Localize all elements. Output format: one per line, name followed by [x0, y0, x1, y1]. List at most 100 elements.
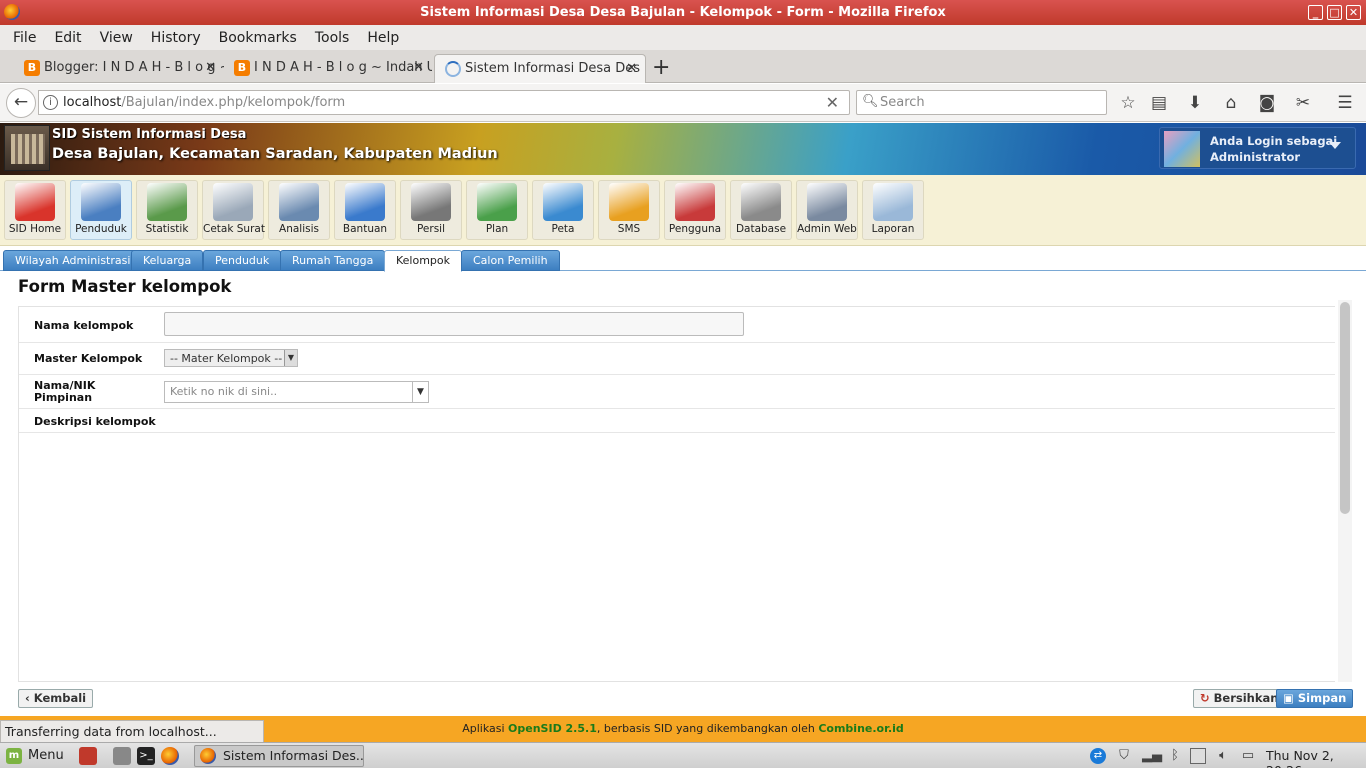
footer-dev-link[interactable]: Combine.or.id: [818, 722, 903, 735]
tab-indah-blog[interactable]: B I N D A H - B l o g ~ Indah U ✕: [224, 54, 432, 83]
module-cetak-surat-button[interactable]: Cetak Surat: [202, 180, 265, 240]
module-database-button[interactable]: Database: [730, 180, 792, 240]
home-icon[interactable]: ⌂: [1220, 92, 1242, 114]
battery-icon[interactable]: ▭: [1240, 748, 1256, 764]
menu-help[interactable]: Help: [363, 30, 403, 46]
pocket-icon[interactable]: ◙: [1256, 92, 1278, 114]
simpan-button[interactable]: ▣ Simpan: [1276, 689, 1354, 708]
teamviewer-icon[interactable]: ⇄: [1090, 748, 1106, 764]
menu-bookmarks[interactable]: Bookmarks: [215, 30, 301, 46]
menu-edit[interactable]: Edit: [50, 30, 85, 46]
chevron-down-icon[interactable]: ▼: [284, 350, 297, 366]
firefox-icon: [4, 4, 20, 20]
deskripsi-editor[interactable]: [20, 435, 1330, 679]
tab-kelompok[interactable]: Kelompok: [384, 250, 463, 272]
taskbar-window-label: Sistem Informasi Des...: [223, 748, 364, 763]
firefox-launcher-icon[interactable]: [161, 747, 179, 765]
database-icon: [741, 183, 781, 221]
close-icon[interactable]: ✕: [1346, 5, 1361, 20]
pimpinan-nik-select[interactable]: Ketik no nik di sini.. ▼: [164, 381, 429, 403]
chevron-down-icon[interactable]: ▼: [412, 382, 428, 402]
info-icon[interactable]: i: [43, 95, 58, 110]
tab-sistem-informasi[interactable]: Sistem Informasi Desa Des ✕: [434, 54, 646, 83]
bersihkan-label: Bersihkan: [1213, 691, 1279, 705]
update-manager-icon[interactable]: [1190, 748, 1206, 764]
start-menu-button[interactable]: m Menu: [4, 746, 64, 766]
binder-icon: [279, 183, 319, 221]
chevron-down-icon[interactable]: [1329, 142, 1341, 149]
sub-tabs: Wilayah Administrasi Keluarga Penduduk R…: [0, 249, 1366, 272]
terminal-icon[interactable]: >_: [137, 747, 155, 765]
search-placeholder: Search: [880, 95, 925, 110]
minimize-icon[interactable]: _: [1308, 5, 1323, 20]
master-kelompok-select[interactable]: -- Mater Kelompok -- ▼: [164, 349, 298, 367]
kembali-button[interactable]: ‹ Kembali: [18, 689, 94, 708]
tab-keluarga[interactable]: Keluarga: [131, 250, 204, 271]
files-icon[interactable]: [113, 747, 131, 765]
login-label: Anda Login sebagai: [1210, 134, 1338, 148]
form-row-master: Master Kelompok -- Mater Kelompok -- ▼: [19, 343, 1335, 375]
module-label: Laporan: [871, 223, 915, 235]
module-statistik-button[interactable]: Statistik: [136, 180, 198, 240]
module-pengguna-button[interactable]: Pengguna: [664, 180, 726, 240]
close-tab-icon[interactable]: ✕: [413, 54, 424, 81]
module-label: Plan: [485, 223, 509, 235]
module-bantuan-button[interactable]: Bantuan: [334, 180, 396, 240]
user-menu[interactable]: Anda Login sebagai Administrator: [1159, 127, 1356, 169]
nama-kelompok-input[interactable]: [164, 312, 744, 336]
tab-calon-pemilih[interactable]: Calon Pemilih: [461, 250, 560, 271]
taskbar-window-firefox[interactable]: Sistem Informasi Des...: [194, 745, 364, 767]
module-penduduk-button[interactable]: Penduduk: [70, 180, 132, 240]
close-tab-icon[interactable]: ✕: [205, 54, 216, 81]
module-toolbar: SID Home Penduduk Statistik Cetak Surat Anal…: [0, 175, 1366, 246]
stop-icon[interactable]: ✕: [826, 93, 839, 112]
tab-blogger[interactable]: B Blogger: I N D A H - B l o g ~ ✕: [14, 54, 224, 83]
scrollbar-thumb[interactable]: [1340, 302, 1350, 514]
users-icon: [675, 183, 715, 221]
app-name: SID Sistem Informasi Desa: [52, 127, 247, 142]
download-icon[interactable]: ⬇: [1184, 92, 1206, 114]
window-title: Sistem Informasi Desa Desa Bajulan - Kel…: [420, 5, 946, 20]
menu-bar: File Edit View History Bookmarks Tools H…: [0, 25, 1366, 50]
save-icon: ▣: [1283, 691, 1298, 705]
menu-file[interactable]: File: [9, 30, 40, 46]
tab-wilayah-administrasi[interactable]: Wilayah Administrasi: [3, 250, 143, 271]
reading-list-icon[interactable]: ▤: [1148, 92, 1170, 114]
hamburger-menu-icon[interactable]: ☰: [1334, 92, 1356, 114]
module-laporan-button[interactable]: Laporan: [862, 180, 924, 240]
vertical-scrollbar[interactable]: [1338, 300, 1352, 682]
search-input[interactable]: 🔍︎ Search: [856, 90, 1107, 115]
pimpinan-placeholder: Ketik no nik di sini..: [170, 385, 278, 398]
menu-view[interactable]: View: [96, 30, 137, 46]
screenshot-icon[interactable]: ✂: [1292, 92, 1314, 114]
nama-kelompok-label: Nama kelompok: [34, 319, 134, 332]
module-admin-web-button[interactable]: Admin Web: [796, 180, 858, 240]
maximize-icon[interactable]: □: [1327, 5, 1342, 20]
url-bar[interactable]: i localhost/Bajulan/index.php/kelompok/f…: [38, 90, 850, 115]
new-tab-icon[interactable]: +: [652, 55, 670, 80]
tab-rumah-tangga[interactable]: Rumah Tangga: [280, 250, 386, 271]
bookmark-star-icon[interactable]: ☆: [1117, 92, 1139, 114]
module-analisis-button[interactable]: Analisis: [268, 180, 330, 240]
module-peta-button[interactable]: Peta: [532, 180, 594, 240]
document-icon: [213, 183, 253, 221]
footer-app-link[interactable]: OpenSID 2.5.1: [508, 722, 597, 735]
module-sid-home-button[interactable]: SID Home: [4, 180, 66, 240]
tab-penduduk[interactable]: Penduduk: [203, 250, 282, 271]
module-plan-button[interactable]: Plan: [466, 180, 528, 240]
citizen-icon: [81, 183, 121, 221]
back-arrow-icon[interactable]: ←: [6, 88, 36, 118]
taskbar: m Menu >_ Sistem Informasi Des... ⇄ ⛉ ▂▄…: [0, 742, 1366, 768]
bersihkan-button[interactable]: ↻ Bersihkan: [1193, 689, 1286, 708]
close-tab-icon[interactable]: ✕: [626, 55, 637, 82]
bluetooth-icon[interactable]: ᛒ: [1167, 748, 1183, 764]
module-sms-button[interactable]: SMS: [598, 180, 660, 240]
menu-tools[interactable]: Tools: [311, 30, 354, 46]
volume-icon[interactable]: 🔈︎: [1215, 748, 1231, 764]
menu-history[interactable]: History: [147, 30, 205, 46]
shield-icon[interactable]: ⛉: [1116, 748, 1132, 764]
module-label: SMS: [617, 223, 641, 235]
network-signal-icon[interactable]: ▂▄: [1142, 748, 1162, 764]
module-persil-button[interactable]: Persil: [400, 180, 462, 240]
app-launcher-icon[interactable]: [79, 747, 97, 765]
